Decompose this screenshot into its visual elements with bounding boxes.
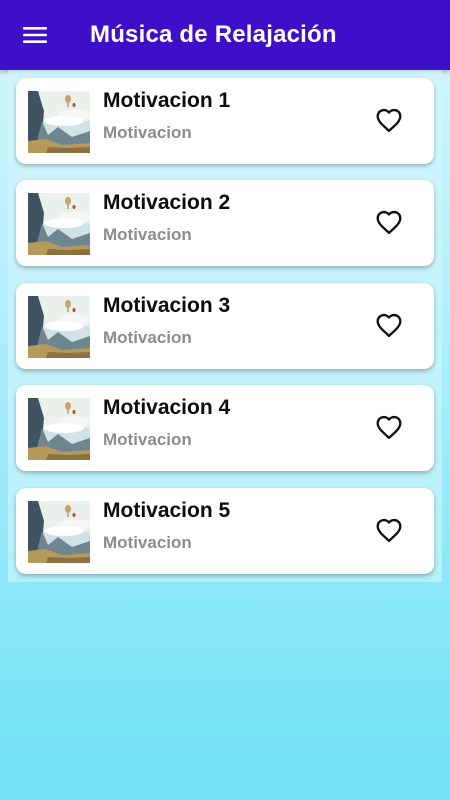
track-subtitle: Motivacion xyxy=(103,225,192,244)
hamburger-menu-icon xyxy=(23,27,47,43)
favorite-button[interactable] xyxy=(374,310,404,340)
heart-outline-icon xyxy=(376,415,402,440)
track-thumbnail xyxy=(28,398,90,460)
track-thumbnail xyxy=(28,501,90,563)
track-title: Motivacion 2 xyxy=(103,191,231,214)
heart-outline-icon xyxy=(376,313,402,338)
menu-button[interactable] xyxy=(0,0,70,70)
track-card[interactable]: Motivacion 2 Motivacion xyxy=(16,180,434,266)
heart-outline-icon xyxy=(376,210,402,235)
landscape-image xyxy=(28,193,90,255)
track-list: Motivacion 1 Motivacion Motivacion 2 Mot… xyxy=(8,70,442,582)
app-title: Música de Relajación xyxy=(90,21,337,48)
heart-outline-icon xyxy=(376,518,402,543)
favorite-button[interactable] xyxy=(374,105,404,135)
track-card[interactable]: Motivacion 4 Motivacion xyxy=(16,385,434,471)
app-bar: Música de Relajación xyxy=(0,0,450,70)
track-title: Motivacion 3 xyxy=(103,294,231,317)
favorite-button[interactable] xyxy=(374,207,404,237)
track-title: Motivacion 4 xyxy=(103,396,231,419)
track-subtitle: Motivacion xyxy=(103,533,192,552)
landscape-image xyxy=(28,398,90,460)
favorite-button[interactable] xyxy=(374,515,404,545)
track-thumbnail xyxy=(28,91,90,153)
track-card[interactable]: Motivacion 5 Motivacion xyxy=(16,488,434,574)
track-title: Motivacion 1 xyxy=(103,89,231,112)
track-subtitle: Motivacion xyxy=(103,123,192,142)
favorite-button[interactable] xyxy=(374,412,404,442)
track-title: Motivacion 5 xyxy=(103,499,231,522)
landscape-image xyxy=(28,91,90,153)
track-subtitle: Motivacion xyxy=(103,328,192,347)
landscape-image xyxy=(28,296,90,358)
track-thumbnail xyxy=(28,296,90,358)
track-thumbnail xyxy=(28,193,90,255)
track-card[interactable]: Motivacion 1 Motivacion xyxy=(16,78,434,164)
heart-outline-icon xyxy=(376,108,402,133)
track-subtitle: Motivacion xyxy=(103,430,192,449)
track-card[interactable]: Motivacion 3 Motivacion xyxy=(16,283,434,369)
landscape-image xyxy=(28,501,90,563)
